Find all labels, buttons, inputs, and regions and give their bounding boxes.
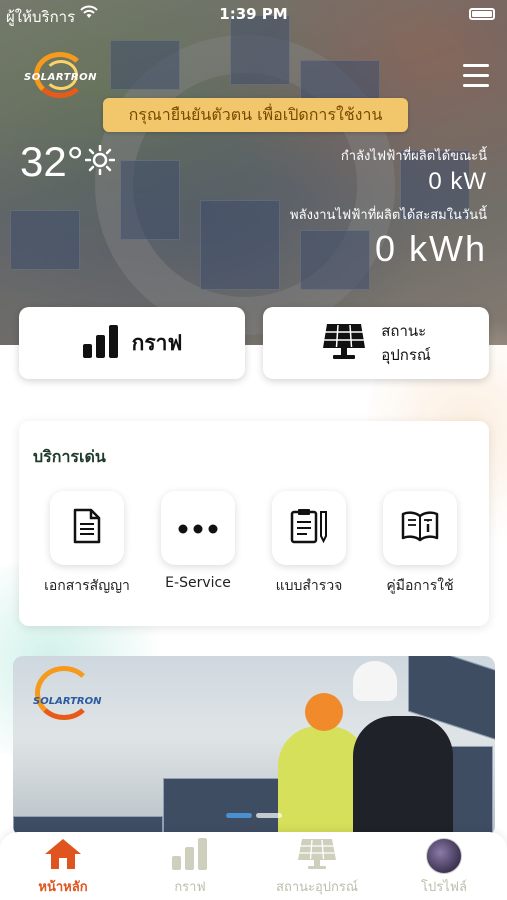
- document-icon: [72, 508, 102, 548]
- banner-logo: SOLARTRON: [27, 666, 107, 722]
- temperature: 32°: [20, 138, 84, 185]
- status-bar: ผู้ให้บริการ 1:39 PM: [0, 0, 507, 28]
- current-power-label: กำลังไฟฟ้าที่ผลิตได้ขณะนี้: [340, 148, 487, 163]
- tab-profile[interactable]: โปรไฟล์: [381, 838, 507, 897]
- service-user-manual[interactable]: คู่มือการใช้: [370, 491, 470, 597]
- service-label: แบบสำรวจ: [275, 578, 343, 594]
- device-status-label-line1: สถานะ: [381, 322, 427, 340]
- solar-panel-icon: [297, 839, 337, 874]
- battery-icon: [469, 8, 495, 20]
- manual-book-icon: [400, 510, 440, 546]
- tab-device-status[interactable]: สถานะอุปกรณ์: [254, 838, 380, 897]
- tab-label: โปรไฟล์: [421, 880, 467, 895]
- survey-icon: [290, 508, 328, 548]
- featured-services-title: บริการเด่น: [33, 447, 106, 466]
- verify-identity-banner[interactable]: กรุณายืนยันตัวตน เพื่อเปิดการใช้งาน: [103, 98, 408, 132]
- device-status-button[interactable]: สถานะ อุปกรณ์: [263, 307, 489, 379]
- carousel-indicator: [226, 813, 282, 818]
- accumulated-energy-value: 0 kWh: [374, 228, 487, 269]
- service-label: คู่มือการใช้: [386, 578, 454, 594]
- solar-panel-icon: [321, 322, 367, 364]
- service-label: เอกสารสัญญา: [44, 578, 130, 594]
- current-power-value: 0 kW: [428, 168, 487, 195]
- featured-services-card: บริการเด่น เอกสารสัญญา E-Service แบบสำรว…: [19, 421, 489, 626]
- sun-icon: [84, 144, 116, 176]
- solartron-logo: SOLARTRON: [24, 50, 96, 104]
- graph-button[interactable]: กราฟ: [19, 307, 245, 379]
- bar-chart-icon: [82, 324, 120, 362]
- avatar: [426, 838, 462, 874]
- hamburger-menu-icon[interactable]: [463, 64, 489, 88]
- promo-banner[interactable]: SOLARTRON: [13, 656, 495, 836]
- tab-label: สถานะอุปกรณ์: [276, 880, 358, 895]
- accumulated-energy-label: พลังงานไฟฟ้าที่ผลิตได้สะสมในวันนี้: [290, 207, 487, 222]
- service-survey[interactable]: แบบสำรวจ: [259, 491, 359, 597]
- bar-chart-icon: [171, 838, 209, 874]
- service-label: E-Service: [165, 575, 231, 591]
- bottom-tab-bar: หน้าหลัก กราฟ สถานะอุปกรณ์ โปรไฟล์: [0, 832, 507, 900]
- graph-button-label: กราฟ: [131, 330, 183, 355]
- more-dots-icon: [178, 519, 218, 538]
- service-contract-documents[interactable]: เอกสารสัญญา: [37, 491, 137, 597]
- clock: 1:39 PM: [219, 5, 288, 23]
- tab-graph[interactable]: กราฟ: [127, 838, 253, 897]
- tab-label: กราฟ: [174, 880, 206, 895]
- home-icon: [44, 839, 82, 874]
- tab-label: หน้าหลัก: [38, 880, 88, 895]
- device-status-label-line2: อุปกรณ์: [381, 346, 431, 364]
- tab-home[interactable]: หน้าหลัก: [0, 838, 126, 897]
- service-e-service[interactable]: E-Service: [148, 491, 248, 591]
